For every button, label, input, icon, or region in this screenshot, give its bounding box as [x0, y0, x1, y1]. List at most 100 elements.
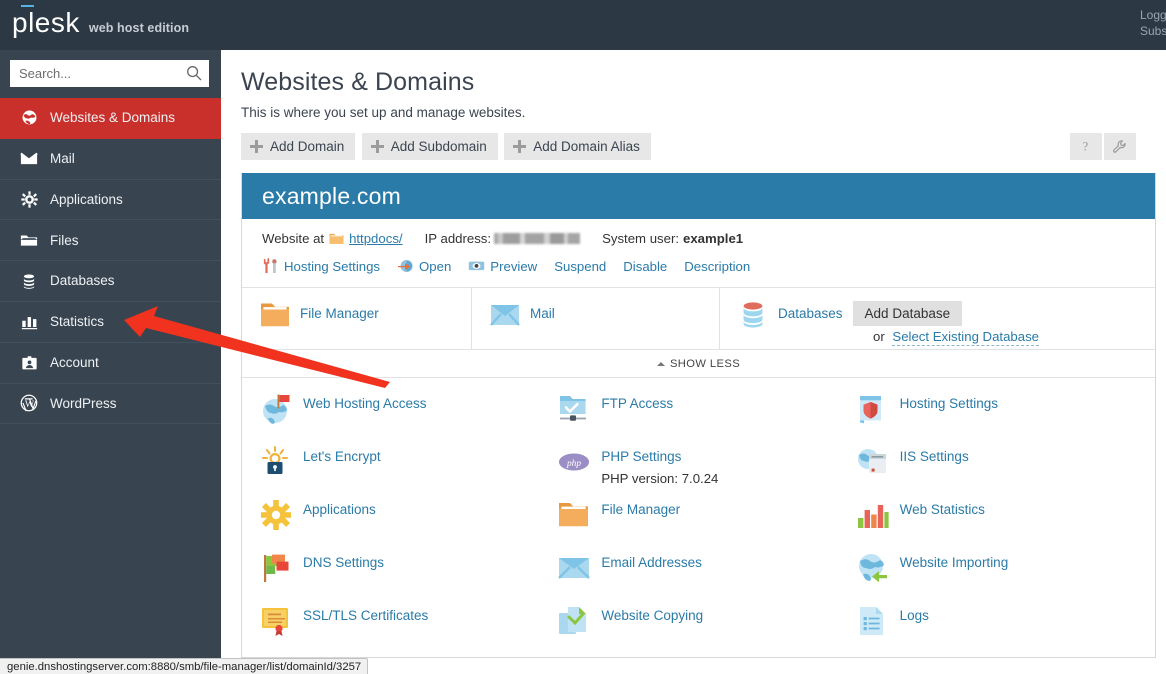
top-link-logout[interactable]: Logg [1140, 7, 1166, 23]
service-label[interactable]: Databases [778, 301, 843, 327]
feature-website-copying[interactable]: Website Copying [558, 604, 856, 657]
sidebar-item-label: Statistics [50, 314, 105, 330]
sidebar-item-applications[interactable]: Applications [0, 180, 221, 221]
copy-pages-icon [559, 607, 587, 634]
feature-link[interactable]: SSL/TLS Certificates [303, 608, 428, 623]
sidebar-item-statistics[interactable]: Statistics [0, 302, 221, 343]
feature-applications[interactable]: Applications [260, 498, 558, 551]
php-version-note: PHP version: 7.0.24 [601, 471, 719, 486]
webroot-link[interactable]: httpdocs/ [349, 231, 403, 246]
select-existing-database-link[interactable]: Select Existing Database [892, 329, 1040, 346]
help-button[interactable]: ? [1070, 133, 1102, 160]
feature-logs[interactable]: Logs [857, 604, 1155, 657]
action-label: Open [419, 258, 452, 274]
description-action[interactable]: Description [684, 259, 750, 274]
search-input[interactable] [10, 60, 209, 87]
chevron-up-icon [656, 361, 665, 366]
feature-link[interactable]: IIS Settings [900, 449, 969, 464]
feature-link[interactable]: FTP Access [601, 396, 673, 411]
feature-email-addresses[interactable]: Email Addresses [558, 551, 856, 604]
feature-php-settings[interactable]: php PHP Settings PHP version: 7.0.24 [558, 445, 856, 498]
database-icon [19, 271, 39, 291]
feature-text: Web Statistics [900, 498, 985, 519]
feature-text: Logs [900, 604, 929, 625]
add-domain-button[interactable]: Add Domain [241, 133, 356, 160]
service-databases: Databases Add Database or Select Existin… [720, 288, 1145, 349]
logo-edition-label: web host edition [88, 21, 190, 35]
feature-dns-settings[interactable]: DNS Settings [260, 551, 558, 604]
domain-info: Website at httpdocs/ IP address: System … [242, 219, 1155, 277]
button-label: Add Subdomain [390, 139, 487, 154]
feature-text: PHP Settings PHP version: 7.0.24 [601, 445, 718, 486]
feature-link[interactable]: Website Copying [601, 608, 703, 623]
feature-link[interactable]: DNS Settings [303, 555, 384, 570]
sidebar-item-mail[interactable]: Mail [0, 139, 221, 180]
top-link-subscription[interactable]: Subs [1140, 23, 1166, 39]
globe-icon [19, 108, 39, 128]
search-container [0, 50, 221, 98]
open-action[interactable]: Open [397, 258, 451, 274]
feature-text: Website Importing [900, 551, 1009, 572]
sidebar-item-account[interactable]: Account [0, 343, 221, 384]
feature-web-hosting-access[interactable]: Web Hosting Access [260, 392, 558, 445]
add-domain-alias-button[interactable]: Add Domain Alias [504, 133, 651, 160]
button-label: Add Domain [270, 139, 345, 154]
php-icon: php [559, 453, 590, 471]
sidebar-item-files[interactable]: Files [0, 220, 221, 262]
feature-link[interactable]: Email Addresses [601, 555, 702, 570]
hosting-settings-action[interactable]: Hosting Settings [262, 258, 380, 274]
feature-iis-settings[interactable]: IIS Settings [857, 445, 1155, 498]
wrench-icon [1113, 139, 1126, 153]
domain-name[interactable]: example.com [262, 183, 401, 210]
domain-info-line: Website at httpdocs/ IP address: System … [262, 229, 1155, 247]
certificate-icon [262, 608, 288, 636]
suspend-action[interactable]: Suspend [554, 259, 606, 274]
system-user-value: example1 [683, 230, 744, 246]
sidebar-item-websites-domains[interactable]: Websites & Domains [0, 98, 221, 139]
tools-button[interactable] [1104, 133, 1136, 160]
envelope-icon [490, 305, 520, 326]
system-user-label: System user: [602, 230, 680, 246]
select-existing-database-row: or Select Existing Database [873, 329, 1040, 346]
sidebar-item-databases[interactable]: Databases [0, 261, 221, 302]
service-mail[interactable]: Mail [472, 288, 720, 349]
feature-link[interactable]: PHP Settings [601, 449, 681, 464]
feature-link[interactable]: Website Importing [900, 555, 1009, 570]
feature-link[interactable]: Web Hosting Access [303, 396, 427, 411]
feature-text: Website Copying [601, 604, 703, 625]
feature-file-manager[interactable]: File Manager [558, 498, 856, 551]
search-box[interactable] [10, 60, 209, 87]
feature-text: Applications [303, 498, 376, 519]
feature-website-importing[interactable]: Website Importing [857, 551, 1155, 604]
plus-icon [370, 140, 384, 153]
logo-underscore [21, 5, 34, 7]
feature-web-statistics[interactable]: Web Statistics [857, 498, 1155, 551]
feature-ssl-tls-certificates[interactable]: SSL/TLS Certificates [260, 604, 558, 657]
feature-link[interactable]: Web Statistics [900, 502, 985, 517]
action-label: Description [684, 258, 751, 274]
action-label: Preview [490, 258, 538, 274]
lets-encrypt-icon [262, 446, 288, 474]
top-right-links[interactable]: Logg Subs [1140, 7, 1166, 39]
add-database-button[interactable]: Add Database [852, 301, 963, 326]
action-label: Suspend [554, 258, 607, 274]
preview-action[interactable]: Preview [468, 258, 537, 274]
feature-link[interactable]: File Manager [601, 502, 680, 517]
feature-link[interactable]: Hosting Settings [900, 396, 998, 411]
website-at-label: Website at [262, 230, 325, 246]
sidebar-item-wordpress[interactable]: W WordPress [0, 384, 221, 425]
feature-link[interactable]: Logs [900, 608, 929, 623]
feature-hosting-settings[interactable]: Hosting Settings [857, 392, 1155, 445]
feature-ftp-access[interactable]: FTP Access [558, 392, 856, 445]
feature-link[interactable]: Applications [303, 502, 376, 517]
add-subdomain-button[interactable]: Add Subdomain [361, 133, 498, 160]
feature-link[interactable]: Let's Encrypt [303, 449, 381, 464]
page-title: Websites & Domains [241, 68, 475, 96]
plesk-logo[interactable]: plesk web host edition [12, 5, 190, 38]
service-file-manager[interactable]: File Manager [242, 288, 472, 349]
show-less-toggle[interactable]: SHOW LESS [242, 349, 1155, 377]
sidebar-item-label: Files [50, 232, 79, 248]
disable-action[interactable]: Disable [623, 259, 667, 274]
feature-lets-encrypt[interactable]: Let's Encrypt [260, 445, 558, 498]
service-label: Mail [530, 306, 555, 321]
